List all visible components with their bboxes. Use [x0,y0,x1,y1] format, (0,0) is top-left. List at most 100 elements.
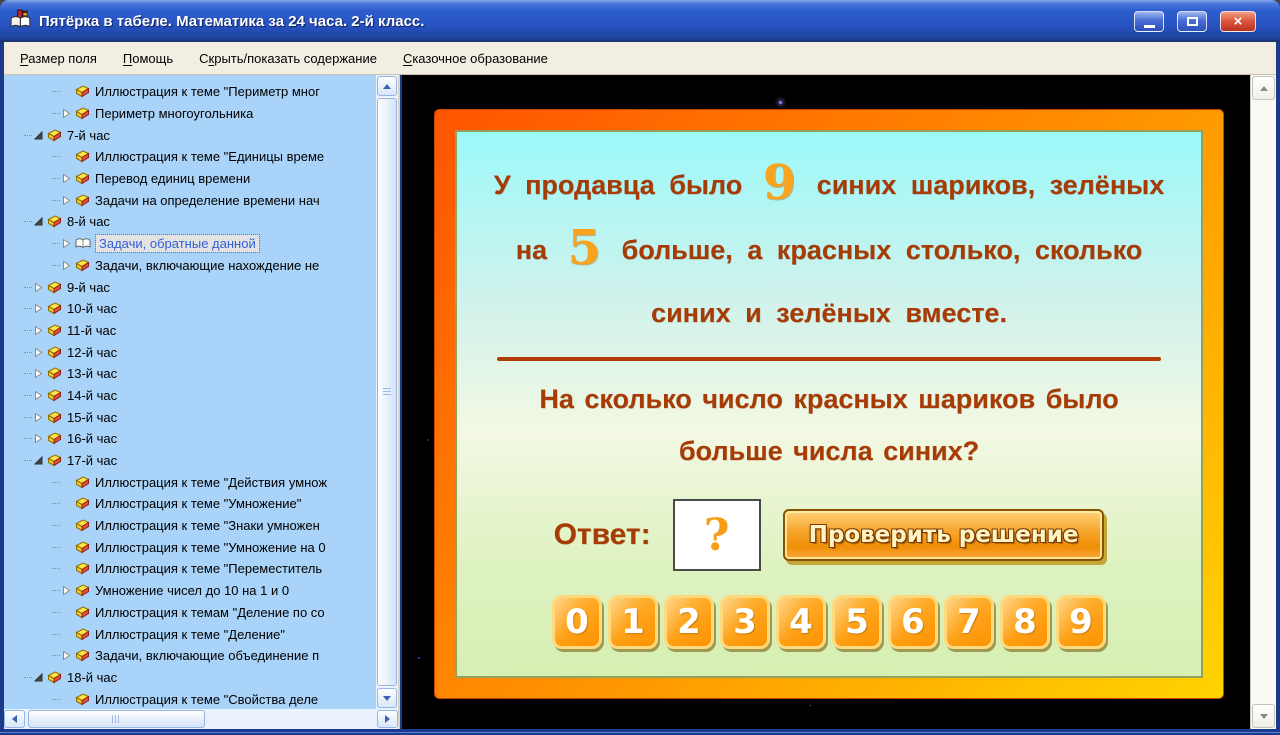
expander-expanded-icon[interactable] [32,130,44,140]
digit-key-2[interactable]: 2 [664,595,714,649]
tree-item-label[interactable]: 8-й час [67,214,110,229]
digit-key-5[interactable]: 5 [832,595,882,649]
tree-item-label[interactable]: 16-й час [67,431,117,446]
tree-item-label[interactable]: Иллюстрация к темам "Деление по со [95,605,325,620]
tree-item-label-selected[interactable]: Задачи, обратные данной [95,234,260,254]
expander-collapsed-icon[interactable] [32,369,44,379]
tree-item[interactable]: Иллюстрация к темам "Деление по со [4,602,376,624]
digit-key-9[interactable]: 9 [1056,595,1106,649]
maximize-button[interactable] [1177,10,1207,32]
tree-item-label[interactable]: Иллюстрация к теме "Переместитель [95,561,322,576]
tree-item[interactable]: Иллюстрация к теме "Знаки умножен [4,515,376,537]
menu-item-fairy-education[interactable]: Сказочное образование [393,46,558,71]
tree-item[interactable]: Задачи на определение времени нач [4,189,376,211]
scroll-down-button[interactable] [377,688,397,708]
tree-item[interactable]: 7-й час [4,124,376,146]
scroll-right-button[interactable] [377,710,398,728]
expander-collapsed-icon[interactable] [60,586,72,596]
expander-collapsed-icon[interactable] [32,434,44,444]
expander-collapsed-icon[interactable] [60,195,72,205]
tree-item-label[interactable]: Задачи, включающие объединение п [95,648,319,663]
expander-expanded-icon[interactable] [32,456,44,465]
tree-item[interactable]: 17-й час [4,450,376,472]
tree-item-label[interactable]: 17-й час [67,453,117,468]
tree-item[interactable]: Иллюстрация к теме "Свойства деле [4,688,376,709]
tree-item[interactable]: 10-й час [4,298,376,320]
expander-collapsed-icon[interactable] [60,174,72,184]
expander-collapsed-icon[interactable] [60,239,72,249]
minimize-button[interactable] [1134,10,1164,32]
tree-vscroll-thumb[interactable] [377,98,397,686]
tree-item[interactable]: Перевод единиц времени [4,168,376,190]
expander-expanded-icon[interactable] [32,672,44,682]
expander-collapsed-icon[interactable] [32,390,44,400]
tree-item-label[interactable]: 11-й час [67,323,116,338]
expander-collapsed-icon[interactable] [60,651,72,661]
scroll-up-button[interactable] [377,76,397,96]
tree-item-label[interactable]: Иллюстрация к теме "Умножение на 0 [95,540,326,555]
tree-vertical-scrollbar[interactable] [376,75,398,709]
scroll-left-button[interactable] [4,710,25,728]
tree-item-label[interactable]: 10-й час [67,301,117,316]
tree-item[interactable]: 11-й час [4,320,376,342]
tree-item[interactable]: Задачи, обратные данной [4,233,376,255]
tree-item[interactable]: Иллюстрация к теме "Умножение" [4,493,376,515]
expander-collapsed-icon[interactable] [32,282,44,292]
tree-item-label[interactable]: Иллюстрация к теме "Периметр мног [95,84,320,99]
tree-item-label[interactable]: Иллюстрация к теме "Свойства деле [95,692,318,707]
expander-collapsed-icon[interactable] [32,304,44,314]
tree-item-label[interactable]: Иллюстрация к теме "Умножение" [95,496,301,511]
tree-item[interactable]: Иллюстрация к теме "Умножение на 0 [4,536,376,558]
tree-item[interactable]: Иллюстрация к теме "Деление" [4,623,376,645]
tree-item-label[interactable]: 7-й час [67,128,110,143]
tree-item-label[interactable]: Иллюстрация к теме "Знаки умножен [95,518,320,533]
tree-item-label[interactable]: Умножение чисел до 10 на 1 и 0 [95,583,289,598]
tree-item[interactable]: 13-й час [4,363,376,385]
tree-item[interactable]: Иллюстрация к теме "Переместитель [4,558,376,580]
tree-item[interactable]: Задачи, включающие объединение п [4,645,376,667]
menu-item-help[interactable]: Помощь [113,46,183,71]
tree-item-label[interactable]: 14-й час [67,388,117,403]
expander-expanded-icon[interactable] [32,217,44,226]
expander-collapsed-icon[interactable] [60,109,72,119]
content-scroll-up-button[interactable] [1252,76,1275,100]
digit-key-0[interactable]: 0 [552,595,602,649]
tree-item[interactable]: 9-й час [4,276,376,298]
expander-collapsed-icon[interactable] [60,260,72,270]
tree-item[interactable]: Иллюстрация к теме "Периметр мног [4,81,376,103]
tree-item-label[interactable]: Задачи на определение времени нач [95,193,320,208]
tree-item[interactable]: 14-й час [4,385,376,407]
tree-item-label[interactable]: Задачи, включающие нахождение не [95,258,319,273]
menu-item-field-size[interactable]: Размер поля [10,46,107,71]
tree-item[interactable]: 18-й час [4,667,376,689]
digit-key-6[interactable]: 6 [888,595,938,649]
tree-item-label[interactable]: Иллюстрация к теме "Деление" [95,627,285,642]
tree-item-label[interactable]: 12-й час [67,345,117,360]
content-vertical-scrollbar[interactable] [1250,75,1276,729]
digit-key-8[interactable]: 8 [1000,595,1050,649]
tree-item[interactable]: Периметр многоугольника [4,103,376,125]
tree-item[interactable]: Задачи, включающие нахождение не [4,255,376,277]
tree-item[interactable]: Умножение чисел до 10 на 1 и 0 [4,580,376,602]
content-scroll-down-button[interactable] [1252,704,1275,728]
expander-collapsed-icon[interactable] [32,412,44,422]
tree-item-label[interactable]: 9-й час [67,280,110,295]
close-button[interactable]: × [1220,10,1256,32]
digit-key-3[interactable]: 3 [720,595,770,649]
digit-key-4[interactable]: 4 [776,595,826,649]
menu-item-toggle-contents[interactable]: Скрыть/показать содержание [189,46,387,71]
tree-item[interactable]: 16-й час [4,428,376,450]
tree-item-label[interactable]: 18-й час [67,670,117,685]
answer-input[interactable]: ? [672,499,761,571]
tree-item[interactable]: 8-й час [4,211,376,233]
tree-item[interactable]: 12-й час [4,341,376,363]
tree-item-label[interactable]: Периметр многоугольника [95,106,253,121]
tree-item-label[interactable]: Перевод единиц времени [95,171,250,186]
tree-item[interactable]: Иллюстрация к теме "Действия умнож [4,471,376,493]
tree-hscroll-thumb[interactable] [28,710,205,728]
tree-item-label[interactable]: Иллюстрация к теме "Действия умнож [95,475,327,490]
digit-key-1[interactable]: 1 [608,595,658,649]
tree-item-label[interactable]: 13-й час [67,366,117,381]
digit-key-7[interactable]: 7 [944,595,994,649]
expander-collapsed-icon[interactable] [32,347,44,357]
